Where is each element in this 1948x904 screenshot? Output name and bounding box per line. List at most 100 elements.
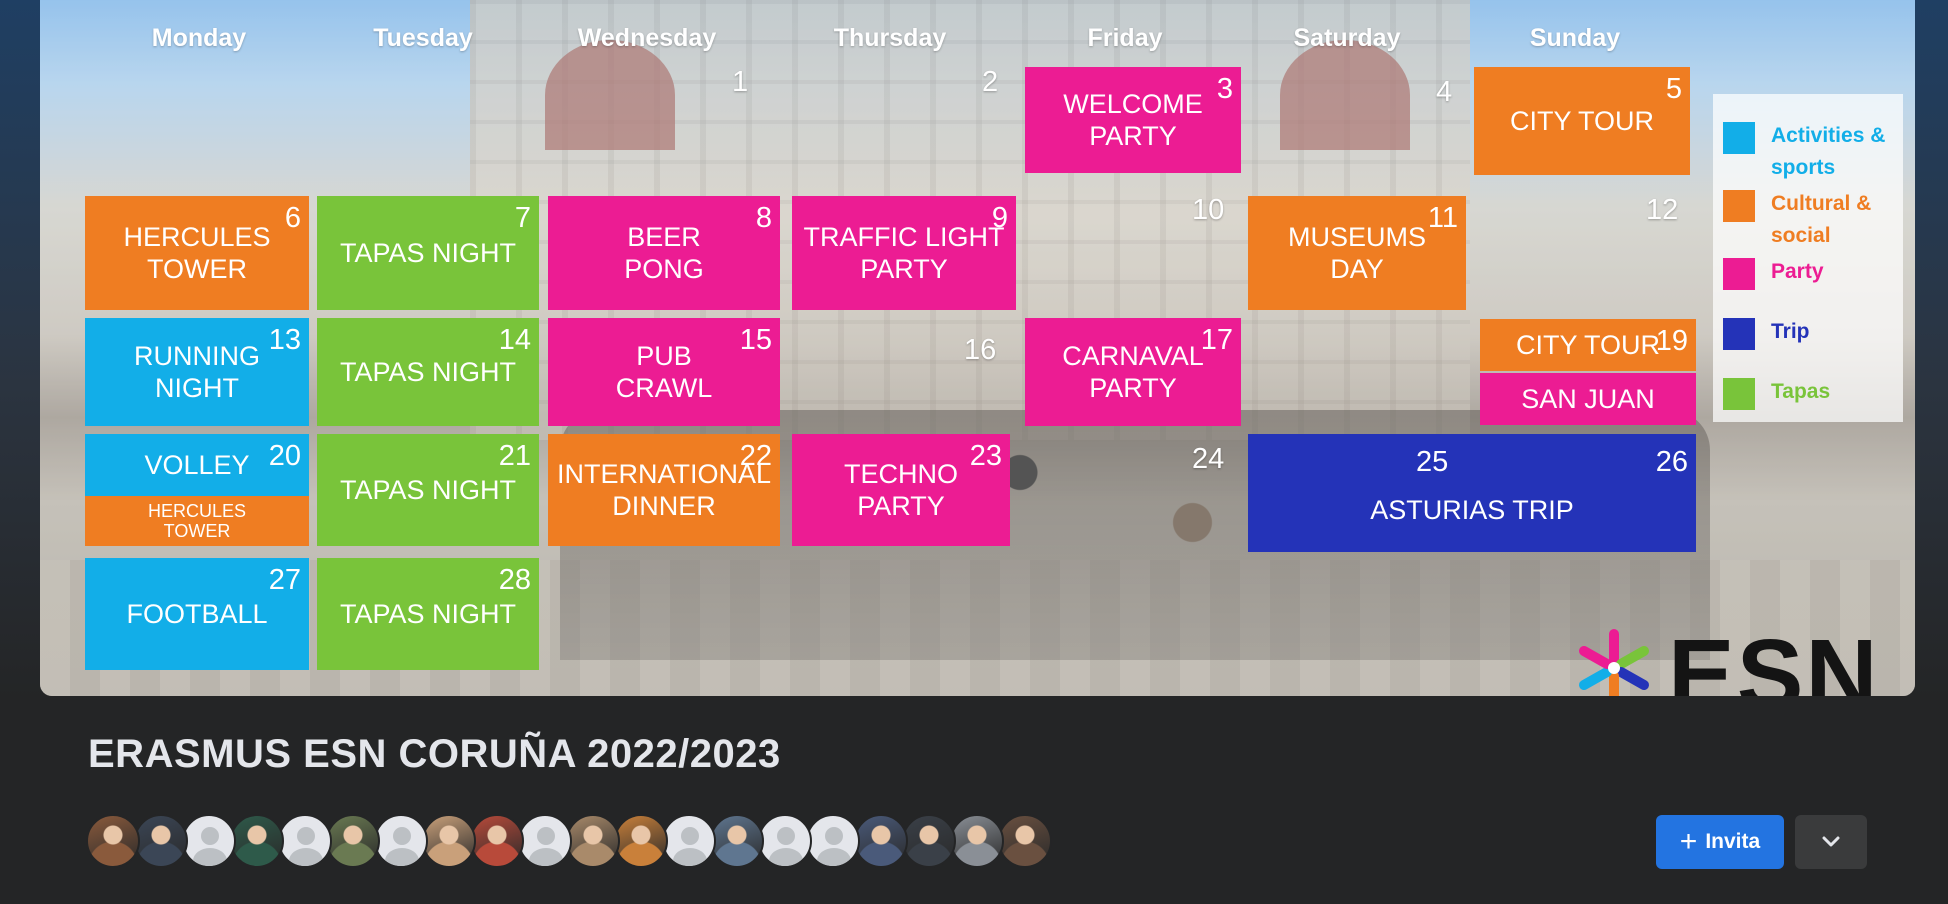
legend-swatch [1723, 378, 1755, 410]
event-traffic-light-party[interactable]: TRAFFIC LIGHT PARTY 9 [792, 196, 1016, 310]
legend-cultural: Cultural & social [1723, 188, 1911, 252]
event-date: 11 [1427, 202, 1458, 234]
event-date: 21 [498, 440, 531, 472]
event-date: 27 [268, 564, 301, 596]
legend-party: Party [1723, 256, 1911, 290]
event-beer-pong[interactable]: BEER PONG 8 [548, 196, 780, 310]
attendee-avatar[interactable] [662, 814, 716, 868]
event-hercules-tower[interactable]: HERCULES TOWER [85, 496, 309, 546]
invite-button[interactable]: + Invita [1656, 815, 1784, 869]
legend-label: Activities & sports [1771, 124, 1886, 179]
event-date-end: 26 [1655, 446, 1688, 478]
attendee-avatar[interactable] [326, 814, 380, 868]
more-options-button[interactable] [1795, 815, 1867, 869]
event-running-night[interactable]: RUNNING NIGHT 13 [85, 318, 309, 426]
attendee-avatar[interactable] [182, 814, 236, 868]
event-asturias-trip[interactable]: ASTURIAS TRIP 25 26 [1248, 434, 1696, 552]
attendee-avatar[interactable] [854, 814, 908, 868]
event-pub-crawl[interactable]: PUB CRAWL 15 [548, 318, 780, 426]
event-date: 25 [1416, 446, 1449, 478]
esn-star-icon [1579, 629, 1649, 696]
event-welcome-party[interactable]: WELCOME PARTY 3 [1025, 67, 1241, 173]
attendee-avatar[interactable] [902, 814, 956, 868]
event-label: SAN JUAN [1521, 384, 1655, 414]
plus-icon: + [1679, 825, 1698, 858]
event-tapas-night[interactable]: TAPAS NIGHT 14 [317, 318, 539, 426]
attendee-avatar[interactable] [614, 814, 668, 868]
event-date: 20 [268, 440, 301, 472]
event-date: 3 [1216, 73, 1233, 105]
attendee-avatar[interactable] [566, 814, 620, 868]
category-legend: Activities & sports Cultural & social Pa… [1713, 94, 1903, 422]
attendee-avatar[interactable] [998, 814, 1052, 868]
attendee-avatar[interactable] [86, 814, 140, 868]
event-label: ASTURIAS TRIP [1370, 495, 1574, 525]
event-date: 7 [514, 202, 531, 234]
event-label: TAPAS NIGHT [339, 357, 516, 387]
attendee-avatar[interactable] [470, 814, 524, 868]
event-label: TAPAS NIGHT [339, 599, 516, 629]
day-thursday: Thursday [833, 24, 947, 52]
day-wednesday: Wednesday [577, 24, 717, 52]
event-city-tour[interactable]: CITY TOUR 5 [1474, 67, 1690, 175]
date-number: 2 [982, 66, 999, 98]
legend-swatch [1723, 122, 1755, 154]
event-label: HERCULES TOWER [147, 501, 247, 541]
legend-tapas: Tapas [1723, 376, 1911, 410]
event-date: 22 [739, 440, 772, 472]
event-label: FOOTBALL [126, 599, 268, 629]
date-number: 1 [732, 66, 749, 98]
event-date: 14 [498, 324, 531, 356]
day-sunday: Sunday [1529, 24, 1621, 52]
attendee-avatar[interactable] [950, 814, 1004, 868]
event-tapas-night[interactable]: TAPAS NIGHT 28 [317, 558, 539, 670]
attendee-avatar[interactable] [518, 814, 572, 868]
event-label: TAPAS NIGHT [339, 238, 516, 268]
event-international-dinner[interactable]: INTERNATIONAL DINNER 22 [548, 434, 780, 546]
cover-photo[interactable]: Monday Tuesday Wednesday Thursday Friday… [40, 0, 1915, 696]
event-hercules-tower[interactable]: HERCULES TOWER 6 [85, 196, 309, 310]
event-label: HERCULES TOWER [123, 222, 271, 284]
attendee-avatar[interactable] [710, 814, 764, 868]
event-date: 9 [991, 202, 1008, 234]
event-tapas-night[interactable]: TAPAS NIGHT 7 [317, 196, 539, 310]
day-friday: Friday [1087, 24, 1163, 52]
event-carnaval-party[interactable]: CARNAVAL PARTY 17 [1025, 318, 1241, 426]
legend-trip: Trip [1723, 316, 1911, 350]
date-number: 24 [1192, 443, 1225, 475]
event-label: TECHNO PARTY [844, 459, 958, 521]
event-label: VOLLEY [144, 450, 250, 480]
event-football[interactable]: FOOTBALL 27 [85, 558, 309, 670]
event-label: PUB CRAWL [615, 341, 713, 403]
event-museums-day[interactable]: MUSEUMS DAY 11 [1248, 196, 1466, 310]
event-date: 17 [1200, 324, 1233, 356]
chevron-down-icon [1822, 836, 1840, 847]
event-date: 5 [1665, 73, 1682, 105]
event-label: CITY TOUR [1515, 330, 1661, 360]
event-volley[interactable]: VOLLEY 20 [85, 434, 309, 496]
event-techno-party[interactable]: TECHNO PARTY 23 [792, 434, 1010, 546]
legend-label: Tapas [1771, 380, 1831, 403]
attendee-avatar[interactable] [134, 814, 188, 868]
attendee-avatar[interactable] [230, 814, 284, 868]
event-san-juan[interactable]: SAN JUAN [1480, 373, 1696, 425]
date-number: 12 [1646, 194, 1679, 226]
event-label: WELCOME PARTY [1063, 89, 1203, 151]
attendee-avatar[interactable] [422, 814, 476, 868]
attendee-avatar[interactable] [758, 814, 812, 868]
legend-activities: Activities & sports [1723, 120, 1911, 184]
event-city-tour[interactable]: CITY TOUR 19 [1480, 319, 1696, 371]
legend-label: Trip [1771, 320, 1810, 343]
attendee-avatar[interactable] [374, 814, 428, 868]
attendee-avatar[interactable] [806, 814, 860, 868]
date-number: 10 [1192, 194, 1225, 226]
event-tapas-night[interactable]: TAPAS NIGHT 21 [317, 434, 539, 546]
event-label: TAPAS NIGHT [339, 475, 516, 505]
event-label: TRAFFIC LIGHT PARTY [803, 222, 1005, 284]
event-date: 6 [284, 202, 301, 234]
invite-label: Invita [1705, 830, 1761, 853]
attendee-avatar[interactable] [278, 814, 332, 868]
event-date: 28 [498, 564, 531, 596]
legend-swatch [1723, 318, 1755, 350]
legend-swatch [1723, 258, 1755, 290]
